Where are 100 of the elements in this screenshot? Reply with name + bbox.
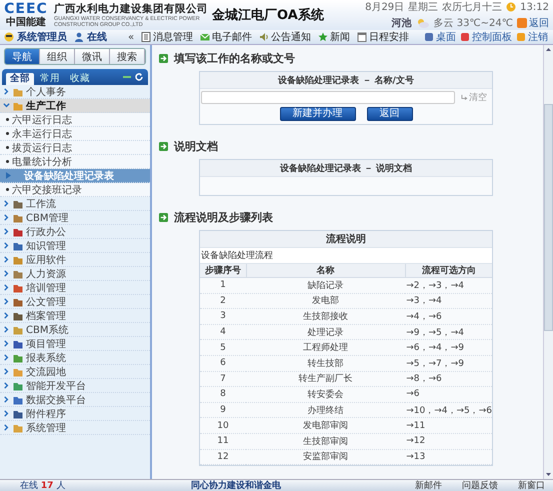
weather: 多云 33℃~24℃ bbox=[434, 17, 513, 30]
table-cell: 2 bbox=[200, 293, 246, 309]
menu-item[interactable]: 电量统计分析 bbox=[0, 155, 150, 169]
sidebar-subtab[interactable]: 全部 bbox=[6, 73, 34, 85]
sidebar-subtab[interactable]: 常用 bbox=[36, 73, 64, 85]
table-cell: 转生技部 bbox=[246, 355, 406, 372]
table-cell: 发电部 bbox=[246, 293, 406, 309]
scrollbar-thumb[interactable] bbox=[544, 104, 553, 331]
sidebar-tab[interactable]: 搜索 bbox=[110, 49, 145, 64]
status-link[interactable]: 新邮件 bbox=[415, 479, 442, 491]
menu-group[interactable]: 报表系统 bbox=[0, 351, 150, 365]
table-cell: 安监部审阅 bbox=[246, 449, 406, 465]
table-cell: →12 bbox=[405, 433, 492, 450]
toolbar-link[interactable]: 公告通知 bbox=[259, 30, 312, 44]
toolbar-link[interactable]: 消息管理 bbox=[141, 30, 194, 44]
menu-group[interactable]: 培训管理 bbox=[0, 281, 150, 295]
column-header: 流程可选方向 bbox=[405, 264, 492, 278]
menu-group[interactable]: CBM管理 bbox=[0, 211, 150, 225]
calendar-icon bbox=[357, 32, 368, 42]
slogan: 同心协力建设和谐金电 bbox=[191, 479, 281, 491]
toolbar-link[interactable]: 注销 bbox=[516, 30, 548, 44]
table-cell: →3，→4 bbox=[405, 293, 492, 309]
user-face-icon bbox=[4, 32, 14, 42]
bullet-icon bbox=[6, 118, 9, 121]
flow-description: 设备缺陷处理流程 bbox=[201, 250, 273, 262]
table-caption: 流程说明 bbox=[326, 232, 366, 246]
table-cell: 9 bbox=[200, 402, 246, 418]
section-title: 流程说明及步骤列表 bbox=[174, 210, 273, 224]
online-count: 在线 17 人 bbox=[20, 480, 66, 491]
menu-group[interactable]: 交流园地 bbox=[0, 365, 150, 379]
menu-group[interactable]: 系统管理 bbox=[0, 421, 150, 435]
sidebar-tab[interactable]: 微讯 bbox=[75, 49, 110, 64]
doc-icon bbox=[141, 32, 152, 42]
square-icon bbox=[424, 32, 434, 42]
menu-group[interactable]: 应用软件 bbox=[0, 253, 150, 267]
sidebar-subtab[interactable]: 收藏 bbox=[66, 73, 94, 85]
name-input-field[interactable] bbox=[201, 91, 455, 104]
table-cell: 4 bbox=[200, 324, 246, 340]
menu-group[interactable]: 公文管理 bbox=[0, 295, 150, 309]
table-cell: →13 bbox=[405, 449, 492, 465]
form-button[interactable]: 返回 bbox=[366, 107, 412, 121]
arrow-icon bbox=[159, 54, 168, 62]
table-cell: →6，→4，→9 bbox=[405, 340, 492, 356]
menu-item[interactable]: 拔贡运行日志 bbox=[0, 141, 150, 155]
mail-icon bbox=[200, 32, 210, 42]
toolbar-link[interactable]: 日程安排 bbox=[357, 30, 410, 44]
menu-group[interactable]: 附件程序 bbox=[0, 407, 150, 421]
arrow-icon bbox=[159, 212, 168, 222]
square-icon bbox=[460, 32, 470, 42]
menu-item[interactable]: 六甲交接班记录 bbox=[0, 183, 150, 197]
table-cell: 发电部审阅 bbox=[246, 418, 406, 434]
refresh-icon[interactable] bbox=[134, 72, 144, 82]
cloud-icon bbox=[416, 18, 430, 28]
table-cell: 办理终结 bbox=[246, 402, 406, 418]
menu-group[interactable]: 数据交换平台 bbox=[0, 393, 150, 407]
table-cell: 转安委会 bbox=[246, 386, 406, 402]
table-cell: 转生产副厂长 bbox=[246, 371, 406, 387]
section-title: 填写该工作的名称或文号 bbox=[174, 50, 295, 66]
table-cell: 工程师处理 bbox=[246, 340, 406, 356]
table-cell: →8，→6 bbox=[405, 371, 492, 387]
star-icon bbox=[318, 32, 328, 42]
menu-item[interactable]: 六甲运行日志 bbox=[0, 113, 150, 127]
table-cell: 1 bbox=[200, 278, 246, 294]
section-title: 说明文档 bbox=[174, 138, 218, 154]
toolbar-link[interactable]: 桌面 bbox=[424, 30, 456, 44]
company-name: 广西水利电力建设集团有限公司 bbox=[54, 2, 208, 16]
table-cell: →6 bbox=[405, 386, 492, 402]
status-link[interactable]: 问题反馈 bbox=[462, 479, 498, 491]
bullet-icon bbox=[6, 188, 9, 191]
sidebar-tab[interactable]: 组织 bbox=[40, 49, 75, 64]
collapse-button[interactable]: « bbox=[128, 32, 134, 42]
menu-group[interactable]: 知识管理 bbox=[0, 239, 150, 253]
system-title: 金城江电厂OA系统 bbox=[212, 6, 324, 24]
time: 13:12 bbox=[520, 2, 549, 12]
bullet-icon bbox=[6, 132, 9, 135]
menu-group[interactable]: CBM系统 bbox=[0, 323, 150, 337]
table-cell: 3 bbox=[200, 308, 246, 324]
exit-link[interactable]: 返回 bbox=[517, 16, 549, 30]
column-header: 名称 bbox=[246, 264, 406, 278]
menu-group[interactable]: 人力资源 bbox=[0, 267, 150, 281]
user-name: 系统管理员 bbox=[17, 30, 67, 44]
form-button[interactable]: 新建并办理 bbox=[280, 107, 356, 121]
status-link[interactable]: 新窗口 bbox=[518, 479, 545, 491]
menu-group[interactable]: 工作流 bbox=[0, 197, 150, 211]
sidebar-tab[interactable]: 导航 bbox=[5, 49, 40, 64]
table-cell: 生技部接收 bbox=[246, 308, 406, 324]
menu-group[interactable]: 智能开发平台 bbox=[0, 379, 150, 393]
toolbar-link[interactable]: 控制面板 bbox=[460, 30, 512, 44]
square-icon bbox=[516, 32, 526, 42]
menu-group[interactable]: 项目管理 bbox=[0, 337, 150, 351]
menu-item[interactable]: 永丰运行日志 bbox=[0, 127, 150, 141]
logo-text: CEEC bbox=[4, 2, 48, 17]
menu-group[interactable]: 行政办公 bbox=[0, 225, 150, 239]
pointer-icon bbox=[6, 172, 11, 179]
table-cell: →10，→4，→5，→6 bbox=[405, 402, 492, 418]
menu-group[interactable]: 生产工作 bbox=[0, 99, 150, 113]
toolbar-link[interactable]: 新闻 bbox=[318, 30, 350, 44]
menu-group[interactable]: 档案管理 bbox=[0, 309, 150, 323]
table-cell: →5，→7，→9 bbox=[405, 355, 492, 372]
toolbar-link[interactable]: 电子邮件 bbox=[200, 30, 252, 44]
